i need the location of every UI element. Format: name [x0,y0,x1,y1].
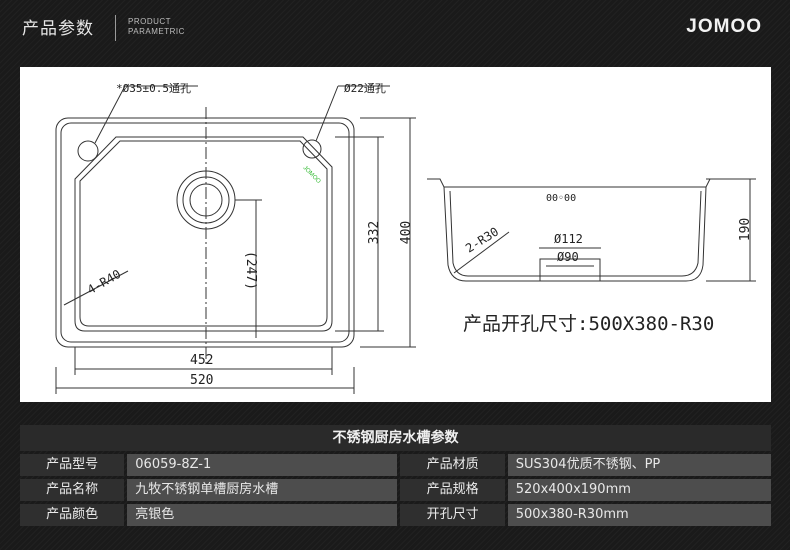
label-520: 520 [190,373,214,388]
table-row: 产品型号 06059-8Z-1 产品材质 SUS304优质不锈钢、PP [20,454,771,476]
label-90: Ø90 [557,250,579,264]
value-material: SUS304优质不锈钢、PP [507,454,771,476]
value-cutout-size: 500x380-R30mm [507,504,771,526]
label-name: 产品名称 [20,479,125,501]
label-side-mark: 00◦00 [546,193,577,204]
header-divider [115,15,116,41]
label-112: Ø112 [554,232,583,246]
sink-logo-mark: JOMOO [302,165,322,185]
table-row: 产品颜色 亮银色 开孔尺寸 500x380-R30mm [20,504,771,526]
page-title: 产品参数 [22,19,94,39]
drawing-svg: JOMOO [55,85,756,394]
label-cutout-size: 开孔尺寸 [400,504,505,526]
drain-outer [176,170,236,230]
value-spec: 520x400x190mm [507,479,771,501]
header: 产品参数 PRODUCT PARAMETRIC JOMOO [0,0,790,56]
header-subtitle: PRODUCT PARAMETRIC [128,17,185,37]
subtitle-line-2: PARAMETRIC [128,27,185,36]
side-rim [427,178,722,188]
spec-table: 不锈钢厨房水槽参数 产品型号 06059-8Z-1 产品材质 SUS304优质不… [20,425,771,526]
label-452: 452 [190,353,214,368]
faucet-hole-left [77,140,99,162]
label-400: 400 [399,220,415,245]
label-247: (247) [243,250,259,291]
brand-logo: JOMOO [686,16,762,37]
table-row: 产品名称 九牧不锈钢单槽厨房水槽 产品规格 520x400x190mm [20,479,771,501]
label-332: 332 [367,220,383,245]
faucet-hole-right [302,139,322,159]
label-cutout: 产品开孔尺寸:500X380-R30 [463,313,715,335]
label-model: 产品型号 [20,454,125,476]
sink-bowl-outline [74,136,333,332]
label-190: 190 [738,217,754,242]
technical-drawing: JOMOO *Ø35±0.5通孔 Ø22通孔 4-R40 (247) 332 4… [20,67,771,402]
sink-bowl-inner [79,140,328,327]
subtitle-line-1: PRODUCT [128,17,172,26]
value-name: 九牧不锈钢单槽厨房水槽 [127,479,398,501]
value-color: 亮银色 [127,504,398,526]
spec-table-title: 不锈钢厨房水槽参数 [20,425,771,451]
label-hole35: *Ø35±0.5通孔 [116,82,191,95]
label-hole22: Ø22通孔 [344,82,386,95]
label-material: 产品材质 [400,454,505,476]
label-color: 产品颜色 [20,504,125,526]
label-spec: 产品规格 [400,479,505,501]
value-model: 06059-8Z-1 [127,454,398,476]
